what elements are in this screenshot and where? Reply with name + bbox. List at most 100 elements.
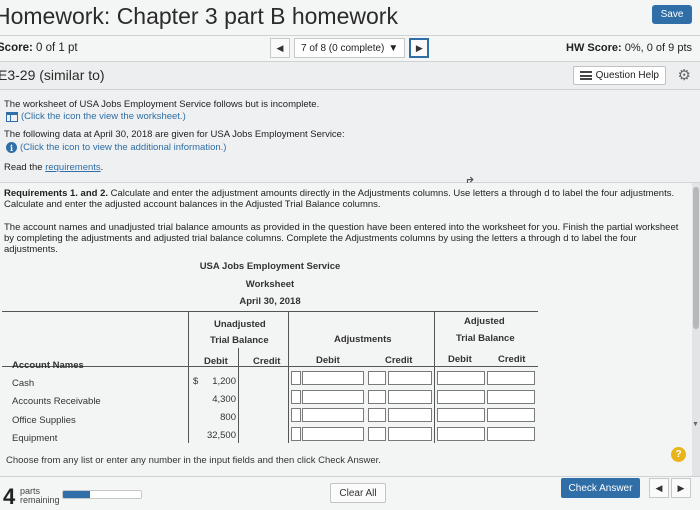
scrollbar[interactable]: ▼	[692, 183, 700, 476]
unadjusted-debit-value: 32,500	[206, 430, 236, 441]
additional-info-link[interactable]: i (Click the icon to view the additional…	[6, 142, 226, 153]
adjusted-credit-header: Credit	[498, 354, 526, 365]
scroll-down-icon[interactable]: ▼	[692, 421, 699, 428]
table-divider	[434, 311, 435, 443]
adjustment-credit-input[interactable]	[388, 390, 432, 404]
adjusted-credit-input[interactable]	[487, 390, 535, 404]
previous-question-button[interactable]: ◀	[270, 38, 290, 58]
adjusted-subheader: Trial Balance	[456, 333, 515, 344]
unadjusted-debit-header: Debit	[204, 356, 228, 367]
account-name: Accounts Receivable	[12, 396, 101, 407]
worksheet-name: Worksheet	[245, 279, 295, 290]
question-intro: The worksheet of USA Jobs Employment Ser…	[0, 90, 700, 190]
scrollbar-thumb[interactable]	[693, 187, 699, 329]
worksheet-company: USA Jobs Employment Service	[199, 261, 341, 272]
save-button[interactable]: Save	[652, 5, 692, 24]
gear-icon[interactable]: ⚙	[678, 66, 691, 84]
hw-score-display: HW Score: 0%, 0 of 9 pts	[566, 42, 692, 54]
read-the-label: Read the	[4, 162, 46, 173]
remaining-label: remaining	[20, 495, 60, 505]
next-part-button[interactable]: ▶	[671, 478, 691, 498]
unadjusted-debit-value: 800	[220, 412, 236, 423]
question-body: Requirements 1. and 2. Calculate and ent…	[0, 183, 692, 476]
unadjusted-debit-value: 1,200	[212, 376, 236, 387]
adjusted-credit-input[interactable]	[487, 371, 535, 385]
additional-info-label: (Click the icon to view the additional i…	[20, 142, 227, 153]
page-footer: 4 parts remaining Clear All Check Answer…	[0, 476, 700, 510]
adjustment-debit-input[interactable]	[302, 427, 364, 441]
chevron-down-icon: ▼	[388, 42, 399, 54]
check-answer-button[interactable]: Check Answer	[561, 478, 640, 498]
account-name: Office Supplies	[12, 415, 76, 426]
question-help-button[interactable]: Question Help	[572, 66, 666, 85]
adjusted-credit-input[interactable]	[487, 408, 535, 422]
list-icon	[579, 71, 592, 80]
account-name: Cash	[12, 378, 35, 389]
adjusted-credit-input[interactable]	[487, 427, 535, 441]
question-select[interactable]: 7 of 8 (0 complete) ▼	[294, 38, 406, 58]
adjustment-letter-select[interactable]	[368, 408, 386, 422]
question-nav: ◀ 7 of 8 (0 complete) ▼ ▶	[270, 38, 430, 58]
unadjusted-subheader: Trial Balance	[210, 335, 269, 346]
adjustment-credit-input[interactable]	[388, 371, 432, 385]
adjustment-credit-input[interactable]	[388, 408, 432, 422]
worksheet-date: April 30, 2018	[239, 296, 301, 307]
adjustments-credit-header: Credit	[385, 355, 413, 366]
adjustments-debit-header: Debit	[316, 355, 340, 366]
question-position: 7 of 8 (0 complete)	[301, 42, 385, 54]
clear-all-button[interactable]: Clear All	[330, 483, 386, 503]
adjusted-debit-input[interactable]	[437, 408, 485, 422]
intro-line-3: The following data at April 30, 2018 are…	[4, 129, 345, 140]
adjustment-debit-input[interactable]	[302, 390, 364, 404]
table-top-rule	[2, 311, 538, 312]
score-label: Score:	[0, 42, 33, 54]
question-bar: E3-29 (similar to) Question Help ⚙	[0, 62, 700, 90]
requirements-link[interactable]: requirements	[45, 162, 100, 173]
read-the-suffix: .	[100, 162, 104, 173]
adjustment-letter-select[interactable]	[291, 427, 301, 441]
adjustment-letter-select[interactable]	[368, 371, 386, 385]
intro-line-1: The worksheet of USA Jobs Employment Ser…	[4, 99, 320, 110]
worksheet-icon[interactable]	[6, 111, 18, 122]
adjustment-letter-select[interactable]	[291, 408, 301, 422]
help-question-icon[interactable]: ?	[671, 447, 686, 462]
adjusted-debit-input[interactable]	[437, 427, 485, 441]
adjustment-credit-input[interactable]	[388, 427, 432, 441]
progress-bar	[62, 490, 142, 499]
hw-score-label: HW Score:	[566, 42, 622, 54]
table-divider	[188, 311, 189, 443]
adjusted-debit-header: Debit	[448, 354, 472, 365]
triangle-right-icon: ▶	[415, 42, 423, 53]
intro-line-5: Read the requirements.	[4, 162, 103, 173]
score-value: 0 of 1 pt	[36, 42, 78, 54]
adjusted-debit-input[interactable]	[437, 371, 485, 385]
instructions-text: The account names and unadjusted trial b…	[4, 222, 679, 255]
hw-score-value: 0%, 0 of 9 pts	[624, 42, 692, 54]
adjustment-letter-select[interactable]	[291, 371, 301, 385]
page-header: Homework: Chapter 3 part B homework Save	[0, 0, 700, 36]
adjustment-letter-select[interactable]	[368, 390, 386, 404]
progress-fill	[63, 491, 91, 498]
adjusted-debit-input[interactable]	[437, 390, 485, 404]
account-name: Equipment	[12, 433, 58, 444]
worksheet-link[interactable]: (Click the icon the view the worksheet.)	[6, 111, 186, 122]
adjustment-debit-input[interactable]	[302, 371, 364, 385]
triangle-left-icon: ◀	[655, 482, 663, 493]
info-icon[interactable]: i	[6, 142, 17, 153]
requirements-text: Requirements 1. and 2. Calculate and ent…	[4, 188, 680, 210]
account-names-header: Account Names	[12, 360, 84, 371]
adjustment-letter-select[interactable]	[291, 390, 301, 404]
adjustment-letter-select[interactable]	[368, 427, 386, 441]
requirements-heading: Requirements 1. and 2.	[4, 188, 109, 199]
parts-remaining-label: parts remaining	[20, 487, 60, 505]
previous-part-button[interactable]: ◀	[649, 478, 669, 498]
question-id: E3-29 (similar to)	[0, 67, 105, 83]
unadjusted-credit-header: Credit	[253, 356, 281, 367]
adjustment-debit-input[interactable]	[302, 408, 364, 422]
triangle-left-icon: ◀	[276, 42, 284, 53]
worksheet-link-label: (Click the icon the view the worksheet.)	[21, 111, 186, 122]
next-question-button[interactable]: ▶	[409, 38, 430, 58]
parts-remaining-count: 4	[3, 484, 16, 509]
adjustments-header: Adjustments	[334, 334, 392, 345]
score-bar: Score: 0 of 1 pt ◀ 7 of 8 (0 complete) ▼…	[0, 36, 700, 62]
